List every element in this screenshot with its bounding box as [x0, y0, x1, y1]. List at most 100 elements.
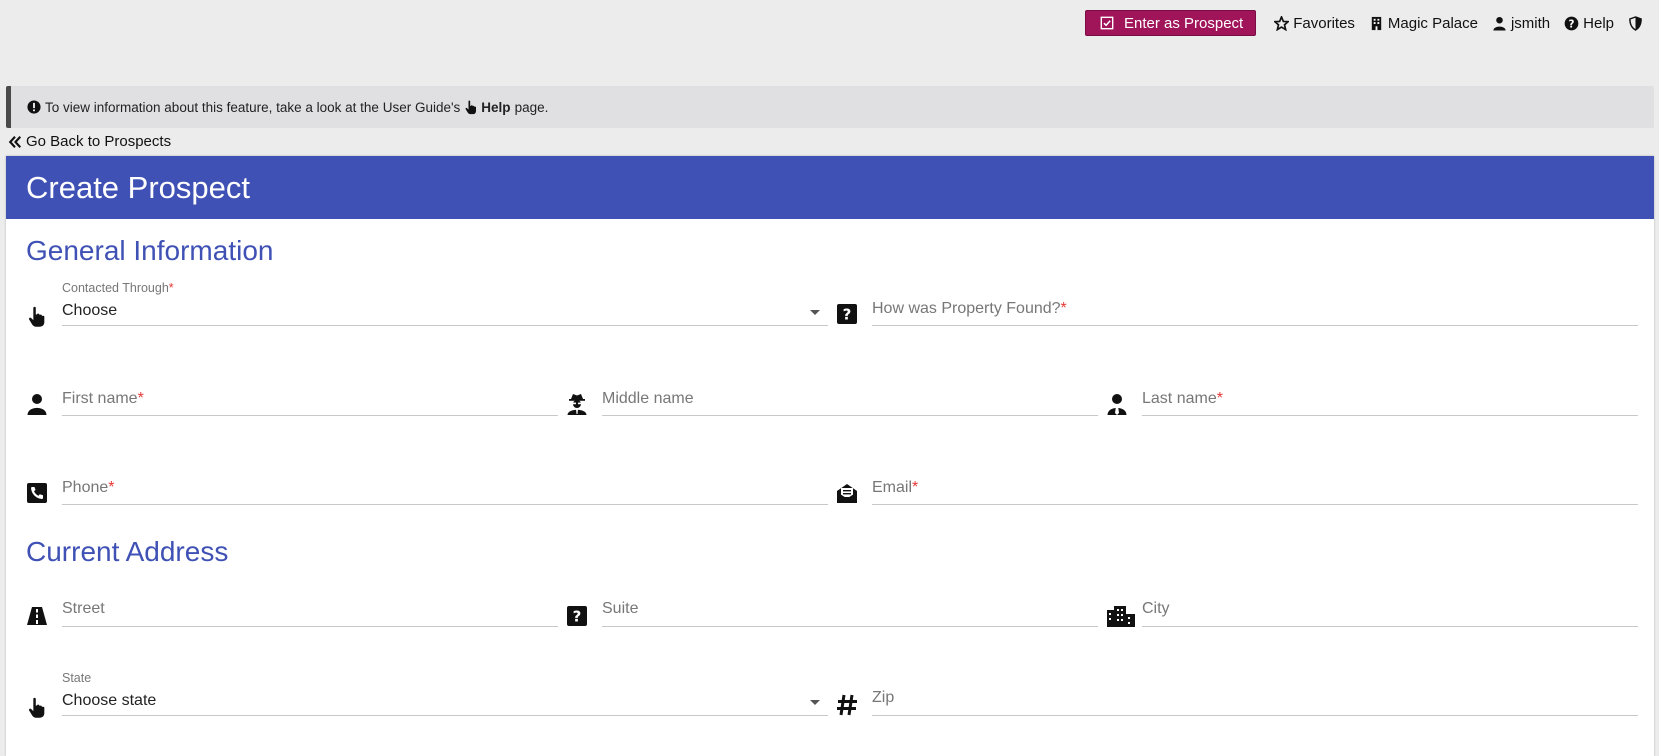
alert-help-link[interactable]: Help — [481, 100, 510, 115]
nav-shield[interactable] — [1628, 15, 1643, 31]
state-label: State — [62, 671, 92, 685]
phone-field[interactable]: Phone* — [26, 465, 834, 515]
nav-favorites[interactable]: Favorites — [1274, 15, 1355, 32]
underline — [62, 325, 828, 326]
hashtag-icon — [836, 694, 858, 716]
required-mark: * — [912, 479, 919, 496]
nav-property-label: Magic Palace — [1387, 14, 1478, 32]
property-found-placeholder: How was Property Found?* — [872, 300, 1067, 318]
required-mark: * — [168, 281, 174, 295]
chevron-down-icon — [810, 310, 820, 315]
pointing-hand-icon — [465, 100, 477, 114]
phone-square-icon — [26, 482, 48, 504]
contacted-through-label-text: Contacted Through — [62, 281, 169, 295]
road-icon — [26, 605, 48, 627]
last-name-field[interactable]: Last name* — [1106, 376, 1646, 426]
general-information-heading: General Information — [26, 235, 274, 266]
email-placeholder-text: Email — [872, 479, 913, 496]
pointing-hand-icon — [26, 306, 48, 328]
underline — [1142, 415, 1638, 416]
svg-text:?: ? — [573, 608, 582, 626]
zip-field[interactable]: Zip — [836, 671, 1644, 727]
city-placeholder: City — [1142, 600, 1170, 617]
create-prospect-card: Create Prospect General Information Cont… — [6, 156, 1654, 756]
chevron-down-icon — [810, 700, 820, 705]
pointing-hand-icon — [26, 697, 48, 719]
info-alert: To view information about this feature, … — [6, 86, 1654, 128]
question-circle-icon: ? — [1564, 16, 1579, 30]
contacted-through-value: Choose — [62, 302, 118, 319]
underline — [1142, 626, 1638, 627]
property-found-input[interactable]: ? How was Property Found?* — [836, 281, 1644, 331]
street-placeholder: Street — [62, 600, 105, 617]
nav-user[interactable]: jsmith — [1492, 15, 1550, 32]
first-name-placeholder-text: First name — [62, 390, 138, 407]
underline — [602, 415, 1098, 416]
contacted-through-select[interactable]: Contacted Through* Choose — [26, 281, 834, 331]
user-secret-icon — [566, 393, 588, 415]
double-chevron-left-icon — [8, 135, 22, 148]
suite-placeholder: Suite — [602, 600, 639, 617]
last-name-placeholder-text: Last name — [1142, 390, 1217, 407]
city-field[interactable]: City — [1106, 587, 1646, 637]
nav-help[interactable]: ? Help — [1564, 15, 1614, 32]
enter-as-prospect-button[interactable]: Enter as Prospect — [1085, 10, 1257, 36]
envelope-open-text-icon — [836, 482, 858, 504]
nav-help-label: Help — [1583, 14, 1614, 32]
question-square-icon: ? — [566, 605, 588, 627]
middle-name-field[interactable]: Middle name — [566, 376, 1106, 426]
phone-placeholder: Phone* — [62, 479, 115, 497]
svg-text:?: ? — [1569, 18, 1575, 30]
top-bar: Enter as Prospect Favorites Magic Palace… — [1085, 10, 1643, 36]
state-value: Choose state — [62, 692, 157, 709]
shield-icon — [1629, 15, 1642, 31]
underline — [62, 415, 558, 416]
email-field[interactable]: Email* — [836, 465, 1644, 515]
underline — [62, 504, 828, 505]
suite-field[interactable]: ? Suite — [566, 587, 1106, 637]
property-found-placeholder-text: How was Property Found? — [872, 300, 1061, 317]
user-icon — [1493, 16, 1506, 31]
top-nav: Favorites Magic Palace jsmith ? Help — [1274, 15, 1643, 32]
user-icon — [26, 393, 48, 415]
card-header: Create Prospect — [6, 156, 1654, 219]
underline — [62, 715, 828, 716]
contacted-through-label: Contacted Through* — [62, 281, 174, 295]
first-name-field[interactable]: First name* — [26, 376, 566, 426]
required-mark: * — [108, 479, 115, 496]
alert-text: To view information about this feature, … — [45, 99, 461, 115]
first-name-placeholder: First name* — [62, 390, 144, 408]
zip-placeholder: Zip — [872, 689, 895, 706]
current-address-heading: Current Address — [26, 536, 229, 567]
alert-text-end: page. — [514, 99, 549, 115]
question-square-icon: ? — [836, 303, 858, 325]
underline — [62, 626, 558, 627]
exclamation-circle-icon — [27, 100, 41, 114]
star-icon — [1274, 15, 1290, 31]
underline — [602, 626, 1098, 627]
underline — [872, 504, 1638, 505]
svg-text:?: ? — [843, 306, 852, 324]
building-icon — [1371, 16, 1382, 30]
state-select[interactable]: State Choose state — [26, 671, 834, 727]
enter-as-prospect-label: Enter as Prospect — [1124, 14, 1244, 32]
middle-name-placeholder: Middle name — [602, 390, 694, 407]
required-mark: * — [1060, 300, 1067, 317]
underline — [872, 325, 1638, 326]
required-mark: * — [137, 390, 144, 407]
city-icon — [1106, 605, 1136, 627]
user-tie-icon — [1106, 393, 1128, 415]
phone-placeholder-text: Phone — [62, 479, 109, 496]
back-to-prospects-link[interactable]: Go Back to Prospects — [8, 133, 171, 150]
nav-property[interactable]: Magic Palace — [1369, 15, 1478, 32]
nav-favorites-label: Favorites — [1293, 14, 1355, 32]
required-mark: * — [1216, 390, 1223, 407]
last-name-placeholder: Last name* — [1142, 390, 1223, 408]
nav-user-label: jsmith — [1510, 14, 1551, 32]
check-square-icon — [1100, 16, 1114, 30]
page-title: Create Prospect — [26, 169, 250, 205]
email-placeholder: Email* — [872, 479, 918, 497]
back-link-label: Go Back to Prospects — [26, 133, 172, 150]
street-field[interactable]: Street — [26, 587, 566, 637]
underline — [872, 715, 1638, 716]
